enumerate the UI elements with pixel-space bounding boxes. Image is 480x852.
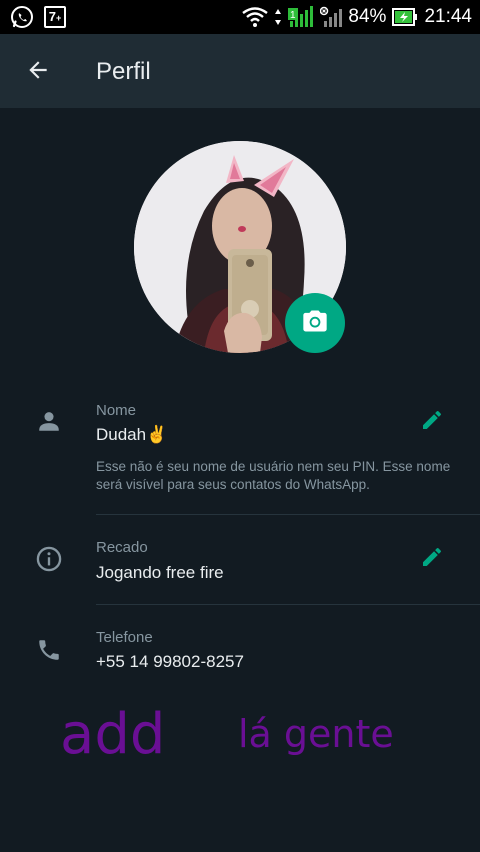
name-value[interactable]: Dudah✌️ xyxy=(96,425,167,445)
battery-percent: 84% xyxy=(348,6,387,27)
data-arrows-icon xyxy=(274,8,282,26)
edit-about-button[interactable] xyxy=(418,545,446,573)
phone-icon xyxy=(34,635,64,665)
divider xyxy=(96,604,480,605)
no-signal-icon xyxy=(320,6,343,28)
phone-label: Telefone xyxy=(96,629,153,646)
about-value[interactable]: Jogando free fire xyxy=(96,563,224,583)
phone-value: +55 14 99802-8257 xyxy=(96,652,244,671)
camera-icon xyxy=(301,307,329,340)
page-title: Perfil xyxy=(96,58,151,85)
signal-icon: 1 xyxy=(288,6,314,28)
battery-icon xyxy=(392,7,418,27)
overlay-text-add: add xyxy=(60,702,166,767)
app-bar: Perfil xyxy=(0,34,480,108)
profile-photo-section xyxy=(134,141,346,353)
whatsapp-icon xyxy=(10,5,34,29)
overlay-text-gente: lá gente xyxy=(238,712,394,756)
divider xyxy=(96,514,480,515)
person-icon xyxy=(34,406,64,436)
change-photo-button[interactable] xyxy=(285,293,345,353)
clock: 21:44 xyxy=(424,6,472,27)
name-label: Nome xyxy=(96,402,137,419)
back-button[interactable] xyxy=(22,56,54,88)
pencil-icon xyxy=(420,408,444,437)
pencil-icon xyxy=(420,545,444,574)
status-bar: 7+ 1 84% 21:44 xyxy=(0,0,480,34)
name-note: Esse não é seu nome de usuário nem seu P… xyxy=(96,459,451,492)
edit-name-button[interactable] xyxy=(418,408,446,436)
info-icon xyxy=(34,544,64,574)
notification-badge-icon: 7+ xyxy=(44,6,66,28)
back-arrow-icon xyxy=(25,57,51,88)
wifi-icon xyxy=(242,7,269,27)
about-label: Recado xyxy=(96,539,148,556)
